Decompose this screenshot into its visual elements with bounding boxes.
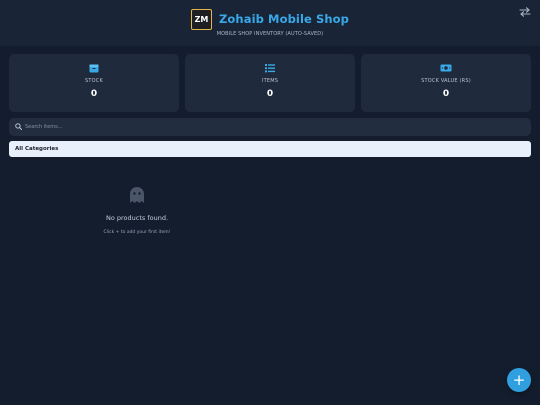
page-title: Zohaib Mobile Shop [218,12,350,26]
shop-logo: ZM [190,8,212,30]
box-icon [89,64,99,73]
stat-label: STOCK VALUE (RS) [421,78,471,84]
page-subtitle: MOBILE SHOP INVENTORY (AUTO-SAVED) [216,31,324,37]
search-input[interactable] [25,119,515,135]
ghost-icon [130,187,144,203]
stat-card-items: ITEMS 0 [185,54,355,112]
stat-card-stock-value: STOCK VALUE (RS) 0 [361,54,531,112]
stat-label: ITEMS [261,78,279,84]
stat-value: 0 [90,89,98,99]
empty-state-hint: Click + to add your first item! [103,230,171,235]
stat-card-stock: STOCK 0 [9,54,179,112]
search-icon [15,123,22,130]
add-item-button[interactable]: + [507,368,531,392]
brand: ZM Zohaib Mobile Shop [0,8,540,30]
swap-arrows-icon[interactable] [519,6,531,18]
empty-state-title: No products found. [105,214,169,222]
stat-label: STOCK [85,78,103,84]
category-select[interactable]: All Categories [9,141,531,157]
stat-value: 0 [266,89,274,99]
app-header: ZM Zohaib Mobile Shop MOBILE SHOP INVENT… [0,0,540,46]
money-icon [440,64,452,72]
stat-value: 0 [442,89,450,99]
search-bar [9,118,531,136]
list-icon [265,64,275,73]
